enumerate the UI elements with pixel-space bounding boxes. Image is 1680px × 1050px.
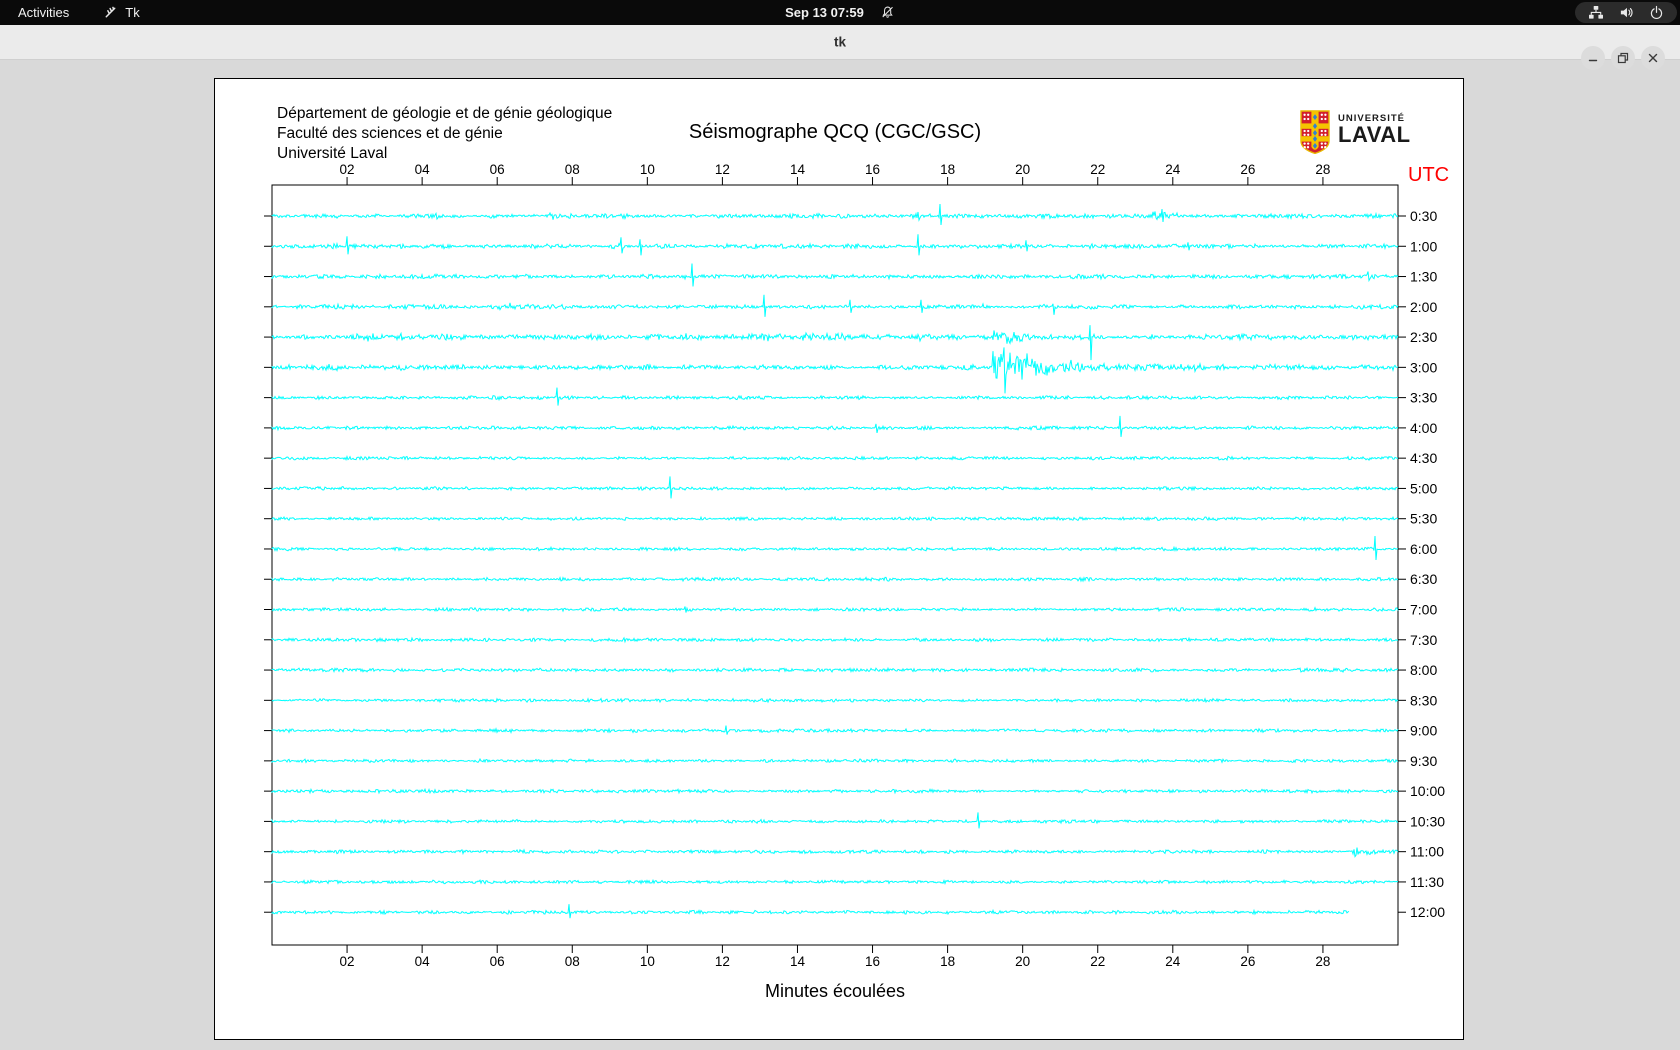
minimize-icon bbox=[1588, 59, 1598, 62]
trace-row-0:30 bbox=[271, 203, 1399, 226]
x-tick-label-bottom: 12 bbox=[715, 954, 730, 969]
row-time-label: 11:30 bbox=[1410, 874, 1444, 890]
trace-row-10:00 bbox=[271, 787, 1399, 795]
x-tick-label-bottom: 14 bbox=[790, 954, 806, 969]
close-icon bbox=[1648, 53, 1658, 63]
row-time-label: 1:30 bbox=[1410, 269, 1437, 285]
appmenu-label: Tk bbox=[125, 5, 140, 20]
row-time-label: 8:30 bbox=[1410, 692, 1437, 708]
row-time-label: 5:00 bbox=[1410, 480, 1437, 496]
restore-button[interactable] bbox=[1611, 46, 1635, 70]
row-time-label: 1:00 bbox=[1410, 238, 1437, 254]
trace-row-3:30 bbox=[271, 387, 1399, 406]
system-tray[interactable] bbox=[1575, 2, 1677, 23]
seismogram-plot: 02 02 04 04 06 06 08 08 10 10 12 12 14 14 16 16 18 18 20 20… bbox=[264, 162, 1445, 969]
row-time-label: 10:30 bbox=[1410, 813, 1445, 829]
row-time-label: 9:30 bbox=[1410, 753, 1437, 769]
minimize-button[interactable] bbox=[1581, 46, 1605, 70]
x-tick-label-top: 06 bbox=[490, 162, 505, 177]
row-time-label: 7:30 bbox=[1410, 632, 1437, 648]
x-tick-label-bottom: 22 bbox=[1090, 954, 1105, 969]
x-tick-label-top: 12 bbox=[715, 162, 730, 177]
volume-icon bbox=[1619, 5, 1634, 20]
row-time-label: 9:00 bbox=[1410, 723, 1437, 739]
trace-row-1:00 bbox=[271, 234, 1399, 256]
x-tick-label-top: 04 bbox=[415, 162, 431, 177]
x-tick-label-bottom: 08 bbox=[565, 954, 580, 969]
trace-row-4:30 bbox=[271, 455, 1398, 462]
trace-row-11:00 bbox=[271, 847, 1399, 858]
row-time-label: 8:00 bbox=[1410, 662, 1437, 678]
activities-button[interactable]: Activities bbox=[0, 0, 87, 25]
x-tick-label-top: 10 bbox=[640, 162, 655, 177]
bell-muted-icon bbox=[880, 5, 895, 20]
x-tick-label-top: 26 bbox=[1240, 162, 1255, 177]
window-title: tk bbox=[833, 34, 847, 50]
row-time-label: 7:00 bbox=[1410, 602, 1437, 618]
row-time-label: 0:30 bbox=[1410, 208, 1437, 224]
x-tick-label-bottom: 24 bbox=[1165, 954, 1181, 969]
row-time-label: 6:00 bbox=[1410, 541, 1437, 557]
x-tick-label-bottom: 16 bbox=[865, 954, 880, 969]
plot-border bbox=[271, 184, 1399, 946]
x-tick-label-top: 16 bbox=[865, 162, 880, 177]
x-tick-label-top: 22 bbox=[1090, 162, 1105, 177]
x-tick-label-bottom: 28 bbox=[1315, 954, 1330, 969]
trace-row-9:00 bbox=[271, 725, 1399, 735]
trace-row-11:30 bbox=[271, 878, 1399, 886]
x-tick-label-bottom: 26 bbox=[1240, 954, 1255, 969]
trace-row-7:30 bbox=[271, 636, 1399, 644]
x-tick-label-top: 08 bbox=[565, 162, 580, 177]
x-tick-label-bottom: 18 bbox=[940, 954, 955, 969]
trace-row-1:30 bbox=[271, 263, 1399, 287]
trace-row-10:30 bbox=[271, 812, 1399, 829]
trace-row-6:30 bbox=[271, 576, 1399, 583]
x-tick-label-top: 18 bbox=[940, 162, 955, 177]
window-titlebar: tk bbox=[0, 25, 1680, 70]
row-time-label: 5:30 bbox=[1410, 511, 1437, 527]
x-tick-label-top: 20 bbox=[1015, 162, 1030, 177]
trace-row-8:30 bbox=[271, 697, 1399, 704]
row-time-label: 4:00 bbox=[1410, 420, 1437, 436]
trace-row-5:30 bbox=[271, 515, 1399, 522]
trace-row-2:00 bbox=[271, 294, 1399, 317]
x-tick-label-bottom: 20 bbox=[1015, 954, 1030, 969]
restore-icon bbox=[1617, 52, 1629, 64]
x-tick-label-bottom: 10 bbox=[640, 954, 655, 969]
row-time-label: 2:30 bbox=[1410, 329, 1437, 345]
trace-row-5:00 bbox=[271, 476, 1399, 499]
trace-row-4:00 bbox=[271, 415, 1399, 437]
x-tick-label-top: 24 bbox=[1165, 162, 1181, 177]
row-time-label: 4:30 bbox=[1410, 450, 1437, 466]
tk-appmenu[interactable]: Tk bbox=[103, 5, 140, 20]
row-time-label: 3:00 bbox=[1410, 359, 1437, 375]
trace-row-12:00 bbox=[271, 904, 1350, 919]
trace-row-9:30 bbox=[271, 757, 1399, 764]
x-tick-label-bottom: 06 bbox=[490, 954, 505, 969]
x-tick-label-bottom: 02 bbox=[340, 954, 355, 969]
power-icon bbox=[1649, 5, 1664, 20]
network-icon bbox=[1588, 5, 1604, 20]
x-tick-label-top: 02 bbox=[340, 162, 355, 177]
seismograph-canvas: Département de géologie et de génie géol… bbox=[214, 78, 1464, 1040]
close-button[interactable] bbox=[1641, 46, 1665, 70]
gnome-top-bar: Activities Tk Sep 13 07:59 bbox=[0, 0, 1680, 25]
row-time-label: 10:00 bbox=[1410, 783, 1445, 799]
row-time-label: 3:30 bbox=[1410, 390, 1437, 406]
tk-icon bbox=[103, 5, 118, 20]
row-time-label: 12:00 bbox=[1410, 904, 1445, 920]
x-tick-label-top: 14 bbox=[790, 162, 806, 177]
row-time-label: 6:30 bbox=[1410, 571, 1437, 587]
row-time-label: 2:00 bbox=[1410, 299, 1437, 315]
xaxis-title: Minutes écoulées bbox=[764, 981, 906, 1001]
trace-row-7:00 bbox=[271, 606, 1399, 613]
trace-row-6:00 bbox=[271, 535, 1399, 561]
row-time-label: 11:00 bbox=[1410, 844, 1444, 860]
x-tick-label-top: 28 bbox=[1315, 162, 1330, 177]
trace-row-2:30 bbox=[271, 325, 1399, 361]
trace-row-3:00 bbox=[271, 347, 1399, 394]
x-tick-label-bottom: 04 bbox=[415, 954, 431, 969]
trace-row-8:00 bbox=[271, 666, 1399, 674]
clock-button[interactable]: Sep 13 07:59 bbox=[785, 5, 864, 20]
